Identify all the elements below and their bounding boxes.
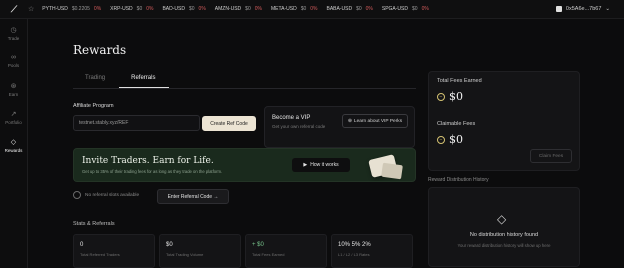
stat-card: 0 Total Referred Traders bbox=[73, 234, 155, 268]
ticker-item[interactable]: META-USD $0 0% bbox=[271, 6, 318, 12]
ticker-item[interactable]: SPGA-USD $0 0% bbox=[382, 6, 429, 12]
ticker-item[interactable]: BAD-USD $0 0% bbox=[162, 6, 205, 12]
sidebar-item-pools[interactable]: ∞ Pools bbox=[0, 47, 27, 75]
create-ref-code-button[interactable]: Create Ref Code bbox=[202, 116, 256, 131]
affiliate-label: Affiliate Program bbox=[73, 103, 114, 109]
main-content: Rewards Trading Referrals Affiliate Prog… bbox=[28, 19, 624, 268]
clock-icon: ◷ bbox=[10, 26, 17, 34]
star-icon[interactable]: ☆ bbox=[28, 5, 34, 13]
empty-state-subtitle: Your reward distribution history will sh… bbox=[457, 243, 551, 248]
account-button[interactable]: 0x5A6e...7b67 ⌄ bbox=[555, 6, 624, 12]
vip-card: Become a VIP Get your own referral code … bbox=[264, 106, 415, 148]
stat-card: $0 Total Trading Volume bbox=[159, 234, 241, 268]
tab-bar: Trading Referrals bbox=[73, 71, 416, 89]
tab-trading[interactable]: Trading bbox=[73, 71, 119, 88]
vip-title: Become a VIP bbox=[272, 115, 311, 121]
sidebar-item-trade[interactable]: ◷ Trade bbox=[0, 19, 27, 47]
diamond-icon: ◇ bbox=[497, 212, 507, 226]
ticker-item[interactable]: PYTH-USD $0.2205 0% bbox=[42, 6, 101, 12]
chevron-down-icon: ⌄ bbox=[605, 6, 610, 12]
stat-card: 10% 5% 2% L1 / L2 / L3 Rates bbox=[331, 234, 413, 268]
total-fees-value: − $0 bbox=[437, 90, 463, 103]
portfolio-icon: ↗ bbox=[10, 110, 17, 118]
how-it-works-button[interactable]: ▶ How it works bbox=[292, 158, 350, 172]
ticker-item[interactable]: XRP-USD $0 0% bbox=[110, 6, 153, 12]
invite-banner: Invite Traders. Earn for Life. Get up to… bbox=[73, 148, 416, 182]
banner-title: Invite Traders. Earn for Life. bbox=[82, 156, 214, 166]
tab-referrals[interactable]: Referrals bbox=[119, 71, 170, 88]
enter-referral-code-button[interactable]: Enter Referral Code → bbox=[157, 189, 229, 204]
claimable-fees-value: − $0 bbox=[437, 133, 463, 146]
ticker-item[interactable]: AMZN-USD $0 0% bbox=[215, 6, 262, 12]
distribution-panel: ◇ No distribution history found Your rew… bbox=[428, 187, 580, 267]
total-fees-label: Total Fees Earned bbox=[437, 78, 482, 84]
stats-heading: Stats & Referrals bbox=[73, 221, 115, 227]
sidebar-item-rewards[interactable]: ◇ Rewards bbox=[0, 131, 27, 159]
earn-icon: ⊛ bbox=[10, 82, 17, 90]
vip-perks-button[interactable]: ⊕ Learn about VIP Perks bbox=[342, 114, 408, 128]
stat-card: + $0 Total Fees Earned bbox=[245, 234, 327, 268]
sidebar-item-portfolio[interactable]: ↗ Portfolio bbox=[0, 103, 27, 131]
page-title: Rewards bbox=[73, 43, 127, 57]
sidebar: ◷ Trade ∞ Pools ⊛ Earn ↗ Portfolio ◇ Rewards bbox=[0, 19, 28, 268]
fees-panel: Total Fees Earned − $0 Claimable Fees − $0… bbox=[428, 71, 580, 171]
empty-state-title: No distribution history found bbox=[469, 232, 539, 238]
vip-subtitle: Get your own referral code bbox=[272, 124, 326, 129]
pools-icon: ∞ bbox=[11, 54, 16, 61]
top-bar: ⟋ ☆ PYTH-USD $0.2205 0% XRP-USD $0 0% BAD-US… bbox=[0, 0, 624, 19]
link-icon: ⊕ bbox=[347, 118, 352, 124]
referral-slots-status: No referral slots available bbox=[73, 191, 139, 199]
banner-subtitle: Get up to 35% of their trading fees for … bbox=[82, 169, 223, 174]
play-icon: ▶ bbox=[303, 162, 308, 168]
diamond-icon: ◇ bbox=[10, 138, 17, 146]
ticker-strip: PYTH-USD $0.2205 0% XRP-USD $0 0% BAD-USD $0 0… bbox=[42, 6, 556, 12]
distribution-heading: Reward Distribution History bbox=[428, 177, 489, 183]
coin-icon: − bbox=[437, 92, 445, 101]
coin-icon: − bbox=[437, 135, 445, 144]
wallet-icon bbox=[555, 6, 562, 12]
logo-icon[interactable]: ⟋ bbox=[0, 0, 28, 19]
claimable-fees-label: Claimable Fees bbox=[437, 121, 476, 127]
referral-link-field[interactable]: testnet.stably.xyz/REF bbox=[73, 115, 200, 131]
claim-fees-button[interactable]: Claim Fees bbox=[530, 149, 572, 163]
sidebar-item-earn[interactable]: ⊛ Earn bbox=[0, 75, 27, 103]
info-icon bbox=[73, 191, 81, 199]
ticker-item[interactable]: BABA-USD $0 0% bbox=[327, 6, 373, 12]
envelope-illustration bbox=[364, 152, 406, 181]
